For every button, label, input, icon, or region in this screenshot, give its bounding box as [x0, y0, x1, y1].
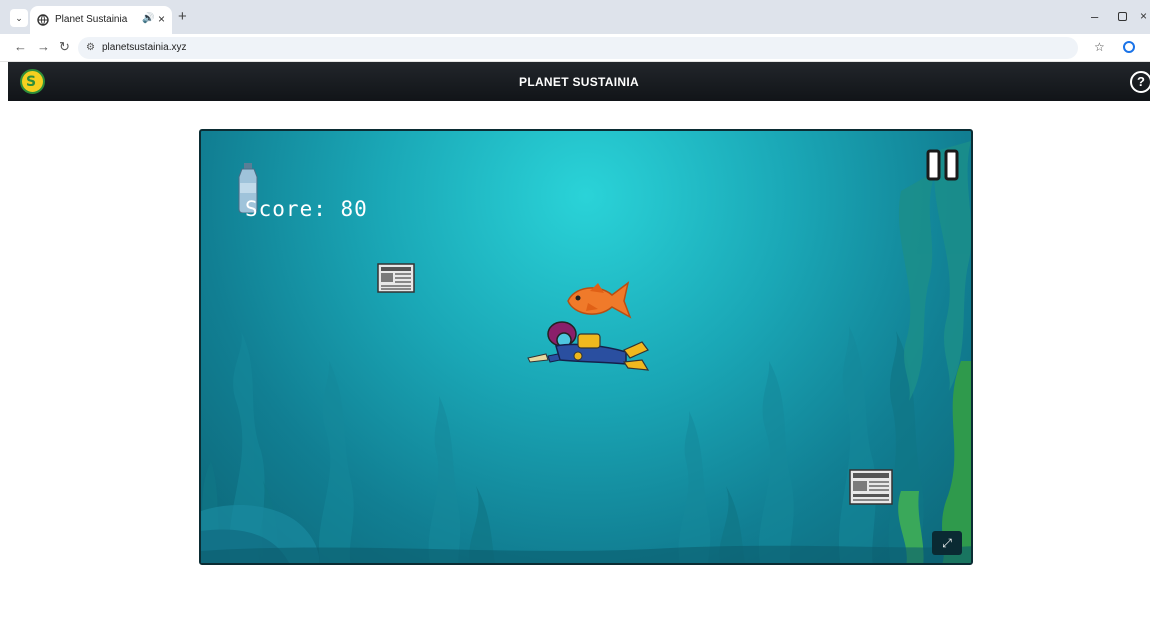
browser-toolbar: ← → ↻ ⚙ planetsustainia.xyz ☆	[0, 34, 1150, 62]
reload-icon[interactable]: ↻	[59, 39, 70, 55]
globe-icon	[37, 14, 49, 26]
fish-icon	[567, 281, 632, 319]
address-bar[interactable]: ⚙ planetsustainia.xyz	[78, 37, 1078, 59]
app-title: PLANET SUSTAINIA	[519, 75, 639, 89]
minimize-icon[interactable]: –	[1091, 9, 1098, 24]
forward-icon[interactable]: →	[37, 39, 50, 54]
score-display: Score: 80	[245, 197, 368, 221]
help-button[interactable]: ?	[1130, 71, 1150, 93]
close-tab-icon[interactable]: ×	[158, 12, 165, 26]
maximize-icon[interactable]	[1118, 12, 1127, 21]
profile-icon[interactable]	[1123, 41, 1135, 53]
diver-character-icon	[527, 321, 650, 371]
newspaper-icon	[849, 469, 893, 505]
tab-search-dropdown-icon[interactable]: ⌄	[10, 9, 28, 27]
fullscreen-icon[interactable]: ⤢	[932, 531, 962, 555]
newspaper-icon	[377, 263, 415, 293]
audio-icon[interactable]: 🔊	[142, 13, 154, 24]
tab-title: Planet Sustainia	[55, 14, 128, 25]
back-icon[interactable]: ←	[14, 39, 27, 54]
url-text: planetsustainia.xyz	[102, 42, 187, 53]
window-close-icon[interactable]: ×	[1140, 9, 1147, 23]
game-canvas[interactable]: Score: 80 ⤢	[199, 129, 973, 565]
browser-tab[interactable]: Planet Sustainia 🔊 ×	[30, 6, 172, 34]
app-header: S PLANET SUSTAINIA ?	[8, 62, 1150, 101]
new-tab-button[interactable]: +	[178, 8, 187, 25]
pause-icon[interactable]	[926, 149, 960, 181]
star-icon[interactable]: ☆	[1094, 40, 1105, 54]
site-settings-icon[interactable]: ⚙	[86, 42, 95, 53]
browser-tab-bar: ⌄ Planet Sustainia 🔊 × + – ×	[0, 0, 1150, 34]
